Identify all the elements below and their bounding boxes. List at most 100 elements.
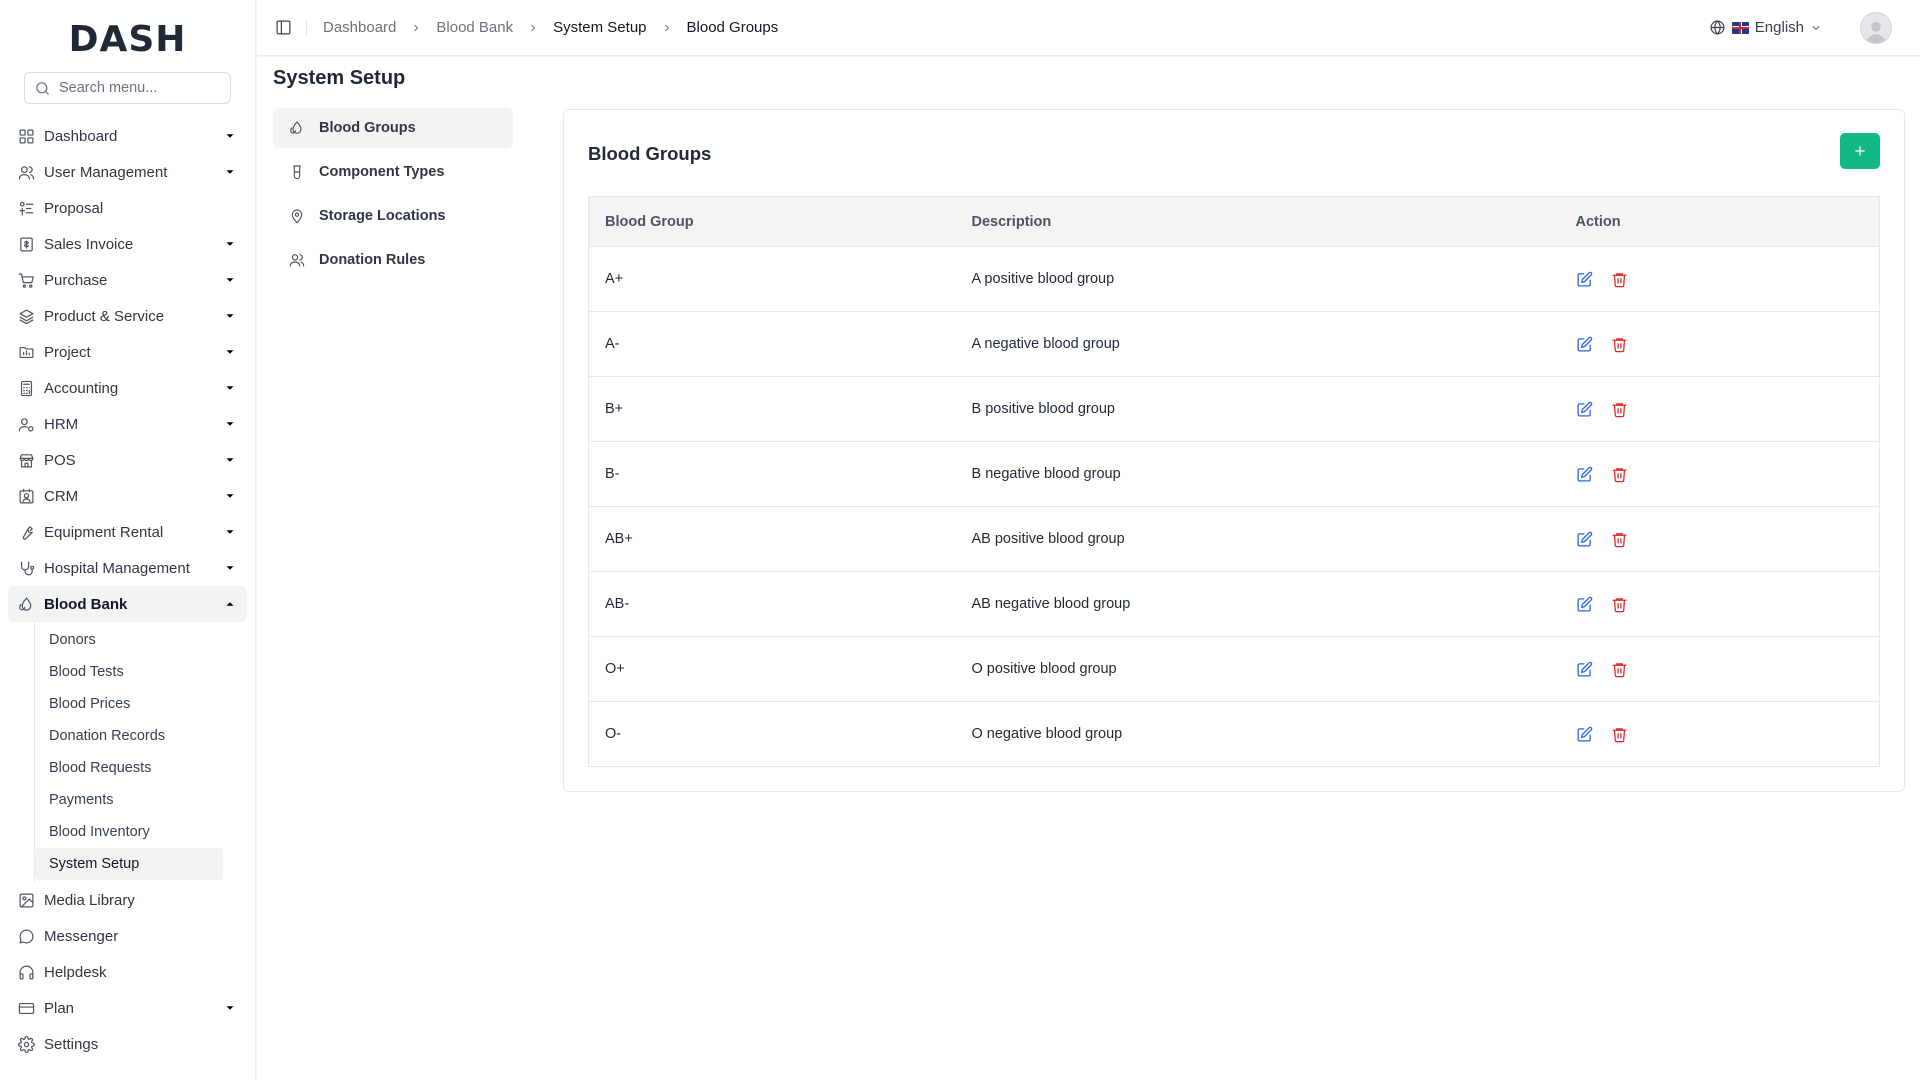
row-actions xyxy=(1576,531,1864,548)
blood-group-cell: A- xyxy=(588,311,956,377)
sidebar-item-user-management[interactable]: User Management xyxy=(8,154,247,190)
sidebar-item-accounting[interactable]: Accounting xyxy=(8,370,247,406)
delete-icon[interactable] xyxy=(1611,661,1628,678)
sidebar-item-label: Proposal xyxy=(44,199,104,217)
submenu-item-donation-records[interactable]: Donation Records xyxy=(35,720,223,752)
setup-item-storage-locations[interactable]: Storage Locations xyxy=(273,196,513,236)
blood-groups-table: Blood Group Description Action A+ A posit… xyxy=(588,196,1880,767)
edit-icon[interactable] xyxy=(1576,596,1593,613)
submenu-item-donors[interactable]: Donors xyxy=(35,624,223,656)
submenu-item-blood-inventory[interactable]: Blood Inventory xyxy=(35,816,223,848)
breadcrumb-system-setup[interactable]: System Setup xyxy=(553,19,646,36)
setup-item-component-types[interactable]: Component Types xyxy=(273,152,513,192)
sidebar-item-sales-invoice[interactable]: Sales Invoice xyxy=(8,226,247,262)
delete-icon[interactable] xyxy=(1611,336,1628,353)
sidebar-item-crm[interactable]: CRM xyxy=(8,478,247,514)
edit-icon[interactable] xyxy=(1576,661,1593,678)
row-actions xyxy=(1576,336,1864,353)
action-cell xyxy=(1559,571,1880,637)
header-actions: English xyxy=(1709,11,1920,44)
submenu-item-system-setup[interactable]: System Setup xyxy=(35,848,223,880)
contact-icon xyxy=(18,488,38,505)
delete-icon[interactable] xyxy=(1611,596,1628,613)
chevron-down-icon xyxy=(223,237,237,251)
breadcrumb-blood-groups: Blood Groups xyxy=(686,19,779,36)
sidebar-item-label: Messenger xyxy=(44,927,119,945)
submenu-item-blood-tests[interactable]: Blood Tests xyxy=(35,656,223,688)
blood-drop-icon xyxy=(289,120,305,136)
calculator-icon xyxy=(18,380,38,397)
delete-icon[interactable] xyxy=(1611,401,1628,418)
breadcrumb-dashboard[interactable]: Dashboard xyxy=(323,19,396,36)
sidebar-item-blood-bank[interactable]: Blood Bank xyxy=(8,586,247,622)
sidebar-item-label: HRM xyxy=(44,415,79,433)
sidebar-item-hrm[interactable]: HRM xyxy=(8,406,247,442)
search-input[interactable] xyxy=(59,80,239,96)
setup-item-blood-groups[interactable]: Blood Groups xyxy=(273,108,513,148)
logo[interactable]: DASH xyxy=(0,0,255,72)
delete-icon[interactable] xyxy=(1611,531,1628,548)
delete-icon[interactable] xyxy=(1611,726,1628,743)
table-row: A- A negative blood group xyxy=(588,311,1880,377)
avatar[interactable] xyxy=(1860,11,1892,44)
blood-group-cell: A+ xyxy=(588,246,956,312)
submenu-item-blood-prices[interactable]: Blood Prices xyxy=(35,688,223,720)
description-cell: O positive blood group xyxy=(955,636,1560,702)
description-cell: O negative blood group xyxy=(971,726,1123,742)
sidebar-item-hospital-management[interactable]: Hospital Management xyxy=(8,550,247,586)
chevron-up-icon xyxy=(223,597,237,611)
setup-menu: Blood Groups Component Types Storage Loc… xyxy=(273,108,513,284)
edit-icon[interactable] xyxy=(1576,271,1593,288)
main-content: System Setup Blood Groups Component Type… xyxy=(257,57,1920,1080)
edit-icon[interactable] xyxy=(1576,531,1593,548)
edit-icon[interactable] xyxy=(1576,336,1593,353)
sidebar-item-dashboard[interactable]: Dashboard xyxy=(8,118,247,154)
column-header-blood-group[interactable]: Blood Group xyxy=(588,196,956,247)
card-title: Blood Groups xyxy=(588,143,712,164)
headphones-icon xyxy=(18,964,38,981)
action-cell xyxy=(1559,246,1880,312)
sidebar-item-project[interactable]: Project xyxy=(8,334,247,370)
sidebar-item-label: Blood Bank xyxy=(44,595,128,613)
setup-item-label: Donation Rules xyxy=(319,252,426,268)
sidebar-item-media-library[interactable]: Media Library xyxy=(8,882,247,918)
table-row: B+ B positive blood group xyxy=(588,376,1880,442)
sidebar-toggle-icon[interactable] xyxy=(275,17,307,38)
sidebar-item-label: Plan xyxy=(44,999,75,1017)
chevron-right-icon xyxy=(661,22,673,34)
sidebar-item-pos[interactable]: POS xyxy=(8,442,247,478)
delete-icon[interactable] xyxy=(1611,466,1628,483)
blood-drop-icon xyxy=(18,596,38,613)
sidebar-item-proposal[interactable]: Proposal xyxy=(8,190,247,226)
breadcrumb-blood-bank[interactable]: Blood Bank xyxy=(436,19,513,36)
sidebar-item-product-service[interactable]: Product & Service xyxy=(8,298,247,334)
chevron-down-icon xyxy=(223,561,237,575)
submenu-item-blood-requests[interactable]: Blood Requests xyxy=(35,752,223,784)
edit-icon[interactable] xyxy=(1576,401,1593,418)
chevron-down-icon xyxy=(223,273,237,287)
add-blood-group-button[interactable] xyxy=(1840,133,1880,169)
action-cell xyxy=(1559,636,1880,702)
column-header-description[interactable]: Description xyxy=(955,196,1560,247)
sidebar-item-label: Purchase xyxy=(44,271,108,289)
table-row: B- B negative blood group xyxy=(588,441,1880,507)
setup-item-donation-rules[interactable]: Donation Rules xyxy=(273,240,513,280)
sidebar-item-plan[interactable]: Plan xyxy=(8,990,247,1026)
delete-icon[interactable] xyxy=(1611,271,1628,288)
sidebar-item-messenger[interactable]: Messenger xyxy=(8,918,247,954)
sidebar-item-label: POS xyxy=(44,451,76,469)
edit-icon[interactable] xyxy=(1576,726,1593,743)
sidebar-item-purchase[interactable]: Purchase xyxy=(8,262,247,298)
language-selector[interactable]: English xyxy=(1709,19,1822,36)
row-actions xyxy=(1576,401,1864,418)
edit-icon[interactable] xyxy=(1576,466,1593,483)
action-cell xyxy=(1559,441,1880,507)
sidebar-item-equipment-rental[interactable]: Equipment Rental xyxy=(8,514,247,550)
breadcrumb: Dashboard Blood Bank System Setup Blood … xyxy=(323,19,778,36)
sidebar-item-label: Sales Invoice xyxy=(44,235,134,253)
submenu-item-payments[interactable]: Payments xyxy=(35,784,223,816)
gear-icon xyxy=(18,1035,38,1053)
sidebar-item-helpdesk[interactable]: Helpdesk xyxy=(8,954,247,990)
setup-item-label: Storage Locations xyxy=(319,208,446,224)
sidebar-item-settings[interactable]: Settings xyxy=(8,1026,247,1062)
